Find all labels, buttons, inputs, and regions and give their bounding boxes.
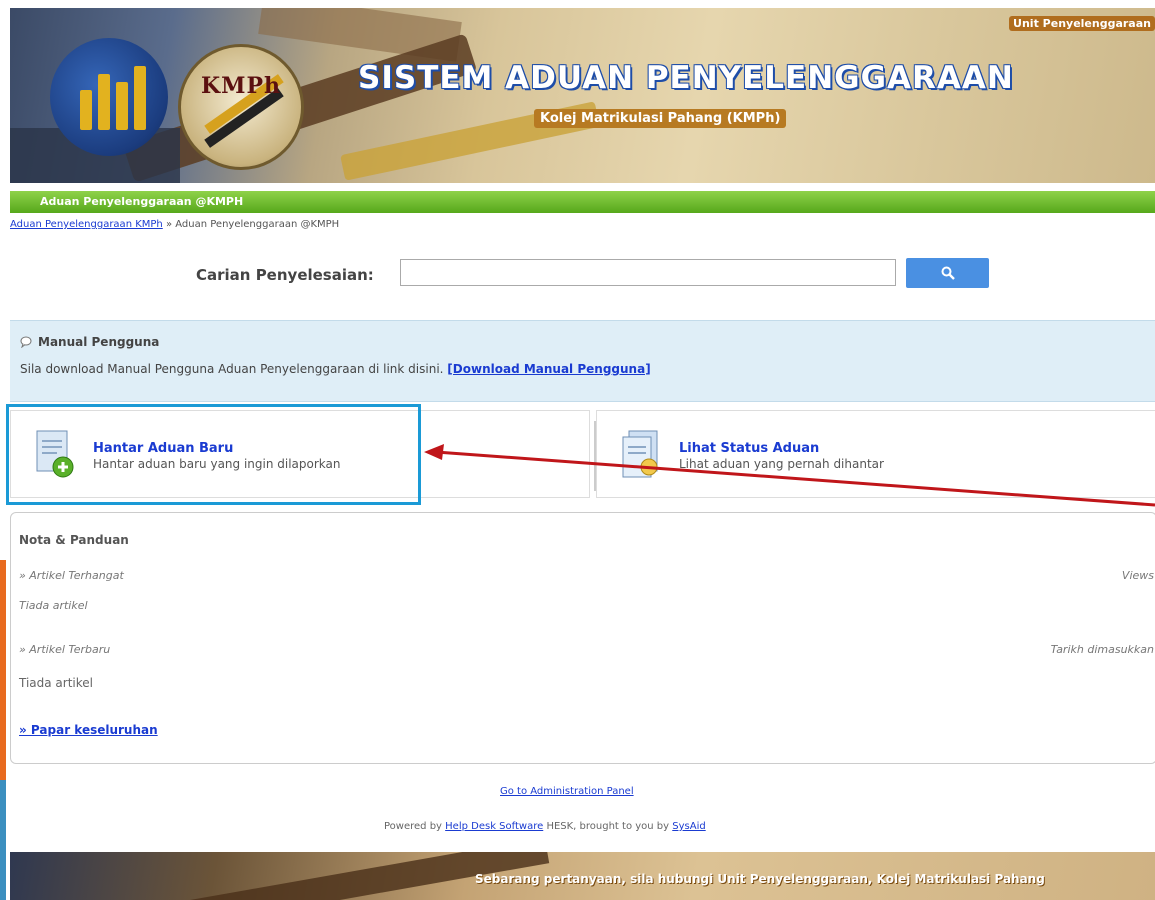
view-status-card[interactable]: Lihat Status Aduan Lihat aduan yang pern…	[596, 410, 1155, 498]
notes-panel: Nota & Panduan » Artikel Terhangat Views…	[10, 512, 1155, 764]
search-label: Carian Penyelesaian:	[196, 266, 374, 284]
manual-heading: Manual Pengguna	[20, 335, 159, 349]
new-document-icon	[36, 430, 74, 478]
breadcrumb-home-link[interactable]: Aduan Penyelenggaraan KMPh	[10, 219, 163, 230]
admin-panel-link[interactable]: Go to Administration Panel	[500, 786, 634, 797]
system-title: SISTEM ADUAN PENYELENGGARAAN	[358, 60, 1014, 96]
breadcrumb-separator: »	[165, 219, 173, 230]
sysaid-link[interactable]: SysAid	[672, 821, 705, 832]
breadcrumb: Aduan Penyelenggaraan KMPh » Aduan Penye…	[10, 219, 339, 230]
popular-articles-label: » Artikel Terhangat	[19, 569, 124, 582]
powered-by-text: Powered by Help Desk Software HESK, brou…	[384, 821, 706, 832]
download-manual-link[interactable]: [Download Manual Pengguna]	[447, 362, 650, 376]
popular-articles-empty: Tiada artikel	[19, 599, 88, 612]
new-complaint-title[interactable]: Hantar Aduan Baru	[93, 441, 233, 456]
manual-panel: Manual Pengguna Sila download Manual Pen…	[10, 320, 1155, 402]
matriculation-logo	[50, 38, 168, 156]
powered-mid: HESK, brought to you by	[546, 821, 670, 832]
view-status-desc: Lihat aduan yang pernah dihantar	[679, 457, 884, 471]
footer-banner: Sebarang pertanyaan, sila hubungi Unit P…	[10, 852, 1155, 900]
nav-title: Aduan Penyelenggaraan @KMPH	[40, 195, 244, 208]
speech-bubble-icon	[20, 336, 32, 348]
system-subtitle: Kolej Matrikulasi Pahang (KMPh)	[534, 109, 787, 128]
side-accent	[0, 780, 6, 900]
footer-banner-message: Sebarang pertanyaan, sila hubungi Unit P…	[475, 872, 1045, 886]
latest-articles-label: » Artikel Terbaru	[19, 643, 111, 656]
new-complaint-card[interactable]: Hantar Aduan Baru Hantar aduan baru yang…	[10, 410, 596, 498]
search-input[interactable]	[400, 259, 896, 286]
search-icon	[941, 266, 955, 280]
document-status-icon	[622, 430, 658, 478]
manual-text: Sila download Manual Pengguna Aduan Peny…	[20, 362, 651, 376]
view-all-link[interactable]: » Papar keseluruhan	[19, 723, 158, 737]
view-status-title[interactable]: Lihat Status Aduan	[679, 441, 819, 456]
manual-heading-text: Manual Pengguna	[38, 335, 160, 349]
powered-prefix: Powered by	[384, 821, 442, 832]
kmph-logo: KMPh	[178, 44, 304, 170]
side-accent	[0, 560, 6, 780]
manual-description: Sila download Manual Pengguna Aduan Peny…	[20, 362, 444, 376]
latest-articles-empty: Tiada artikel	[19, 676, 93, 690]
views-column-label: Views	[1121, 569, 1154, 582]
unit-label: Unit Penyelenggaraan	[1009, 16, 1155, 31]
date-column-label: Tarikh dimasukkan	[1050, 643, 1154, 656]
nav-bar: Aduan Penyelenggaraan @KMPH	[10, 191, 1155, 213]
new-complaint-desc: Hantar aduan baru yang ingin dilaporkan	[93, 457, 341, 471]
breadcrumb-current: Aduan Penyelenggaraan @KMPH	[175, 219, 340, 230]
helpdesk-software-link[interactable]: Help Desk Software	[445, 821, 543, 832]
header-banner: KMPh Unit Penyelenggaraan SISTEM ADUAN P…	[10, 8, 1155, 183]
search-button[interactable]	[906, 258, 989, 288]
notes-heading: Nota & Panduan	[19, 533, 129, 547]
kmph-logo-text: KMPh	[201, 73, 282, 99]
